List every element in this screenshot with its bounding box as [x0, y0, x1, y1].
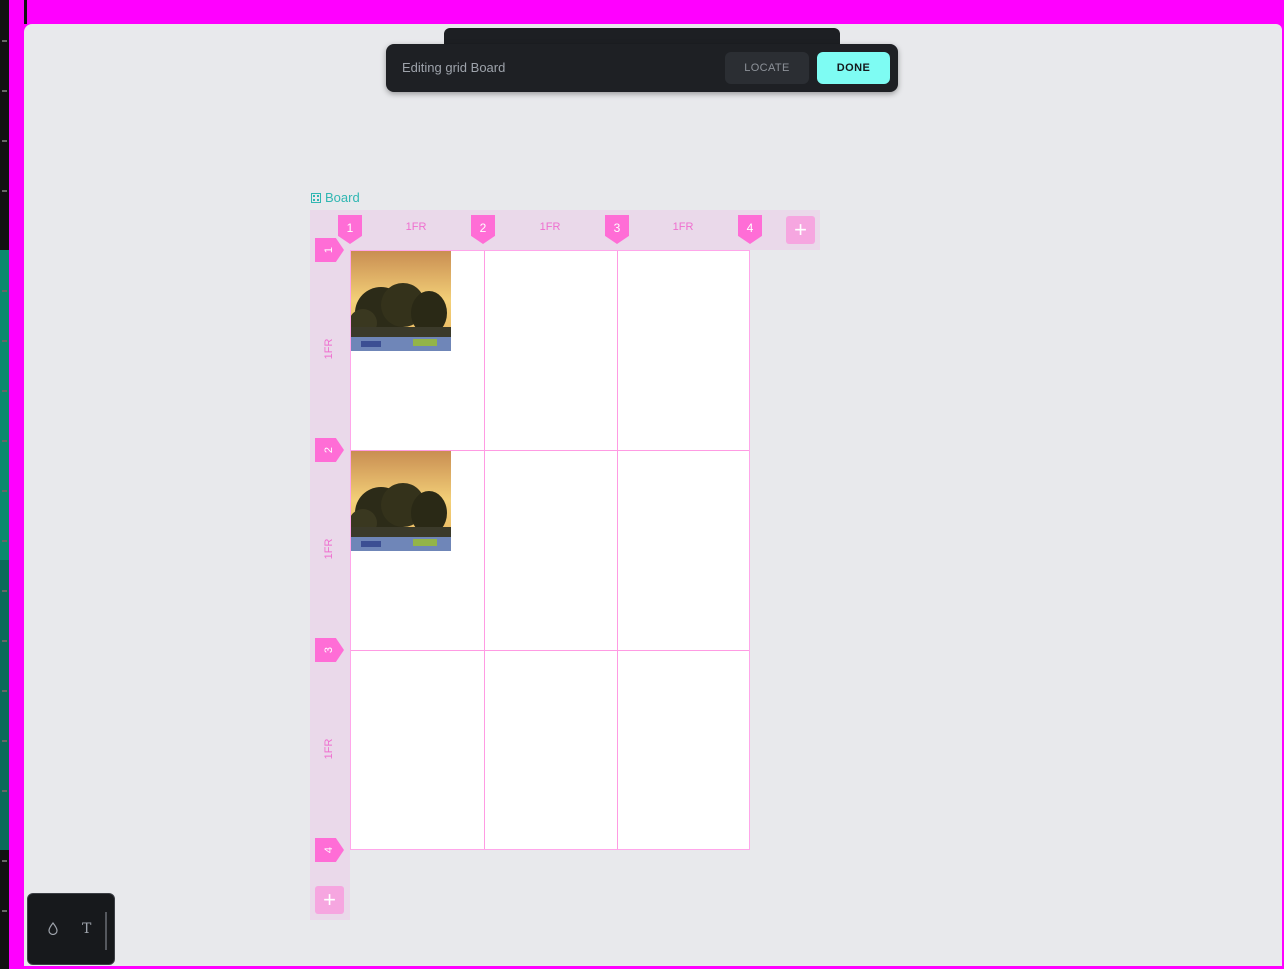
landscape-image[interactable] [351, 451, 451, 551]
panel-divider [105, 912, 107, 950]
vertical-ruler [0, 0, 9, 969]
text-icon[interactable]: T [82, 921, 91, 937]
row-size-label[interactable]: 1FR [323, 334, 335, 364]
droplet-icon[interactable] [48, 922, 58, 938]
add-column-button[interactable]: + [786, 216, 815, 244]
add-row-button[interactable]: + [315, 886, 344, 914]
board-grid[interactable] [350, 250, 750, 850]
column-size-label[interactable]: 1FR [663, 221, 703, 233]
toolbar-title: Editing grid Board [402, 60, 506, 75]
column-size-label[interactable]: 1FR [530, 221, 570, 233]
row-line-number: 4 [323, 846, 335, 854]
grid-edit-toolbar: Editing grid Board LOCATE DONE [386, 44, 898, 92]
row-line-number: 3 [323, 646, 335, 654]
grid-column-line [484, 251, 485, 849]
grid-row-line [351, 650, 749, 651]
ruler-corner [24, 0, 27, 24]
done-button[interactable]: DONE [817, 52, 890, 84]
grid-column-line [617, 251, 618, 849]
row-line-number: 2 [323, 446, 335, 454]
row-size-label[interactable]: 1FR [323, 534, 335, 564]
landscape-image[interactable] [351, 251, 451, 351]
board-name: Board [325, 190, 360, 205]
column-size-label[interactable]: 1FR [396, 221, 436, 233]
row-line-number: 1 [323, 246, 335, 254]
row-size-label[interactable]: 1FR [323, 734, 335, 764]
tool-panel: T [27, 893, 115, 965]
grid-icon [311, 192, 321, 203]
locate-button[interactable]: LOCATE [725, 52, 809, 84]
board-label[interactable]: Board [311, 190, 360, 205]
